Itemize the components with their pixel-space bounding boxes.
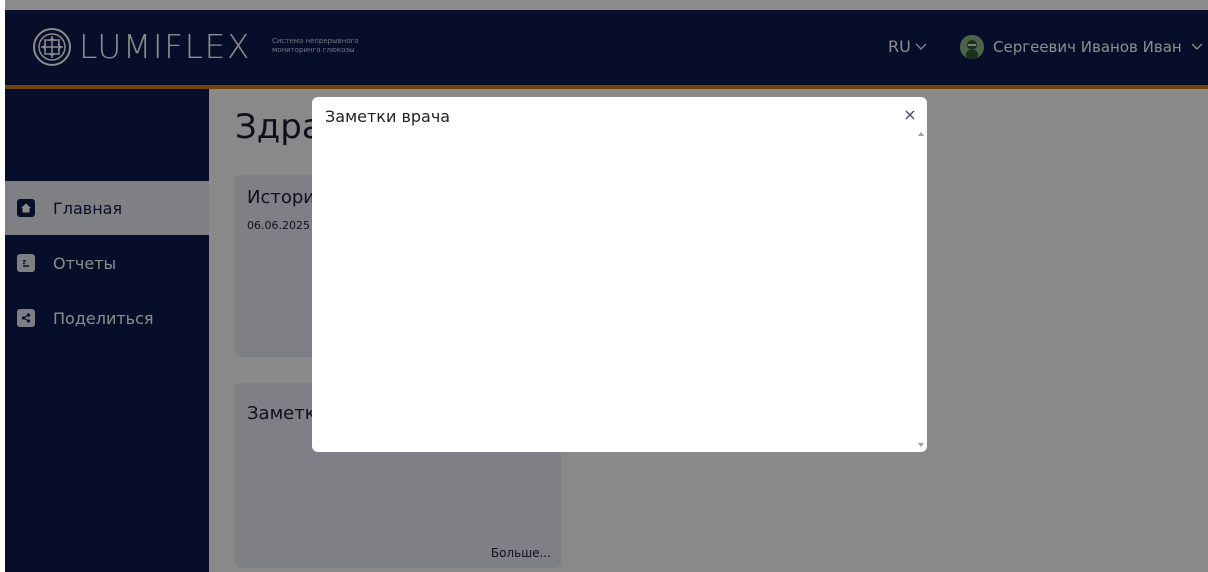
- modal-title: Заметки врача: [325, 107, 451, 126]
- scroll-up-arrow-icon[interactable]: [918, 132, 924, 136]
- modal-scrollbar[interactable]: [917, 132, 925, 447]
- doctor-notes-modal: Заметки врача ×: [312, 97, 927, 452]
- scroll-down-arrow-icon[interactable]: [918, 443, 924, 447]
- close-icon[interactable]: ×: [903, 107, 917, 123]
